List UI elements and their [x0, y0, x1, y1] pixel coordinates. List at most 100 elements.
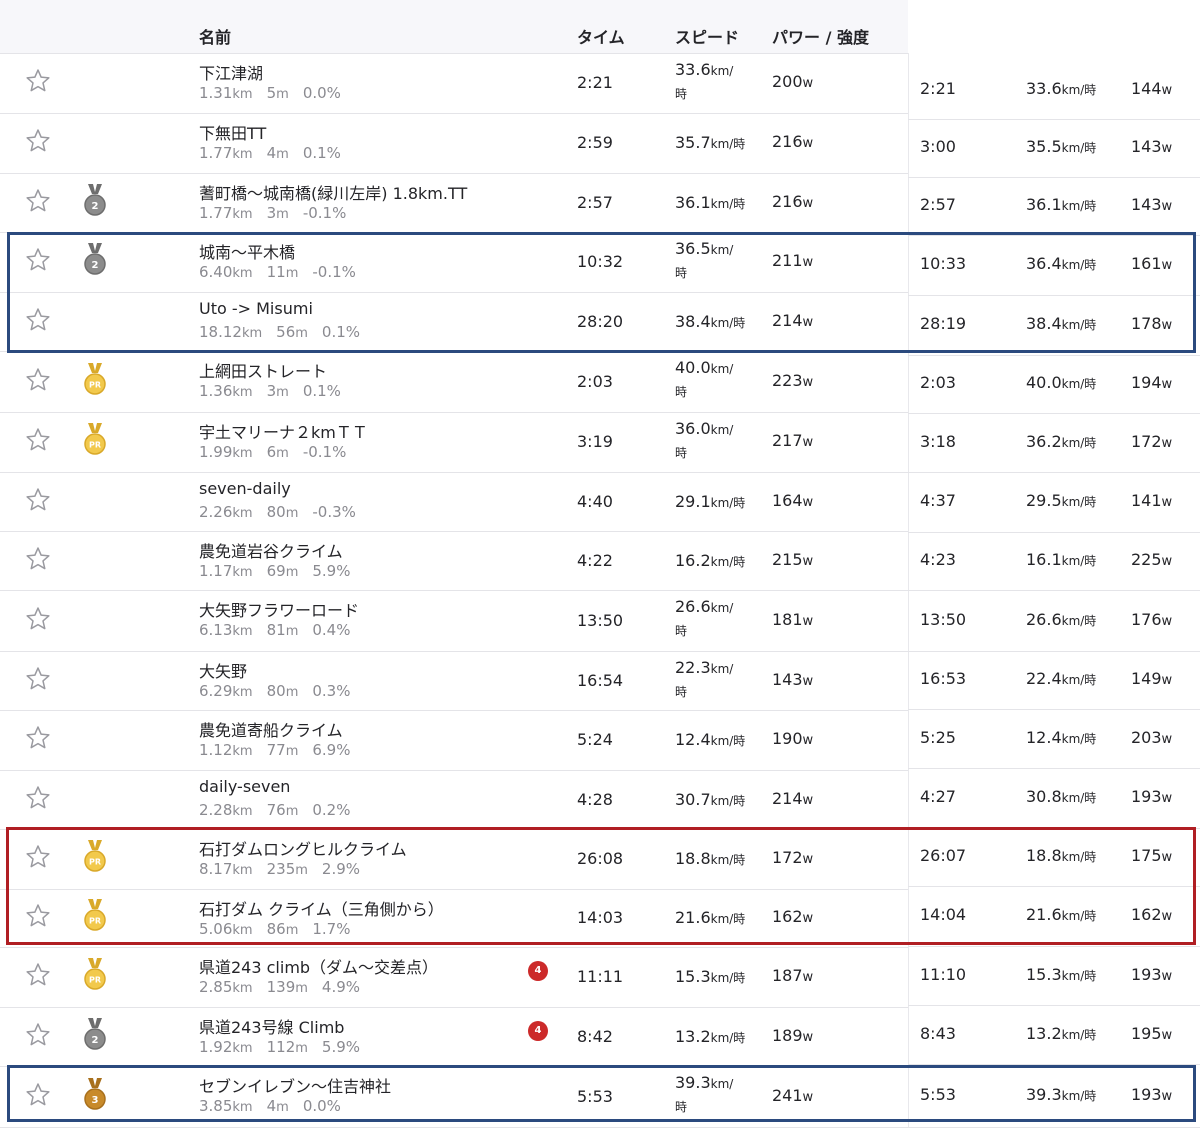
star-icon[interactable]: [24, 665, 52, 693]
speed-unit: km/時: [710, 196, 746, 211]
segment-stats: 1.17km 69m 5.9%: [199, 562, 350, 580]
segment-name[interactable]: 農免道岩谷クライム: [199, 538, 343, 562]
row-divider: [908, 590, 1200, 591]
compare-power-value: 194: [1131, 373, 1162, 392]
speed-unit: km/時: [1061, 199, 1097, 213]
star-icon[interactable]: [24, 67, 52, 95]
distance-unit: km: [232, 446, 253, 461]
header-time[interactable]: タイム: [577, 24, 625, 48]
compare-time: 4:37: [920, 491, 956, 510]
segment-name[interactable]: 県道243 climb（ダム～交差点）: [199, 954, 438, 978]
segment-stats: 6.29km 80m 0.3%: [199, 682, 350, 700]
segment-grade: 0.4%: [312, 621, 351, 639]
row-divider: [908, 119, 1200, 120]
segment-stats: 1.36km 3m 0.1%: [199, 382, 341, 400]
speed-value: 26.6: [675, 597, 711, 616]
segment-name[interactable]: 県道243号線 Climb: [199, 1014, 344, 1038]
speed-unit: km/: [710, 423, 734, 437]
speed-unit: km/時: [710, 495, 746, 510]
distance-unit: km: [232, 207, 253, 222]
compare-speed: 40.0km/時: [1026, 373, 1096, 392]
pr-medal-icon: PR: [83, 422, 107, 456]
star-icon[interactable]: [24, 127, 52, 155]
segment-speed: 22.3km/時: [675, 657, 733, 703]
segment-name[interactable]: 下無田TT: [199, 120, 266, 144]
star-icon[interactable]: [24, 1021, 52, 1049]
segment-name[interactable]: 上網田ストレート: [199, 358, 327, 382]
segment-name[interactable]: seven-daily: [199, 479, 291, 498]
segment-power: 190w: [772, 729, 813, 748]
star-icon[interactable]: [24, 724, 52, 752]
segment-power: 181w: [772, 610, 813, 629]
pr-medal-icon: PR: [83, 362, 107, 396]
compare-power-value: 143: [1131, 137, 1162, 156]
compare-power-value: 144: [1131, 78, 1162, 98]
compare-speed: 22.4km/時: [1026, 669, 1096, 688]
segment-name[interactable]: 下江津湖: [199, 60, 263, 84]
pr-medal-icon: PR: [83, 957, 107, 991]
segment-time: 11:11: [577, 967, 624, 986]
compare-power-value: 193: [1131, 787, 1162, 806]
segment-stats: 1.77km 4m 0.1%: [199, 144, 341, 162]
speed-unit: km/: [710, 662, 734, 676]
power-unit: w: [802, 195, 814, 211]
row-divider: [0, 531, 908, 532]
star-icon[interactable]: [24, 545, 52, 573]
distance-unit: km: [232, 506, 253, 521]
power-unit: w: [802, 494, 814, 510]
segment-name[interactable]: 大矢野: [199, 658, 247, 682]
segment-time: 4:22: [577, 550, 613, 570]
power-unit: w: [802, 970, 814, 985]
segment-grade: 0.3%: [312, 682, 351, 700]
segment-name[interactable]: 宇土マリーナ２kmＴＴ: [199, 419, 368, 443]
power-unit: w: [1161, 968, 1173, 984]
star-icon[interactable]: [24, 486, 52, 514]
segment-stats: 2.85km 139m 4.9%: [199, 978, 360, 996]
segment-speed: 16.2km/時: [675, 550, 745, 573]
compare-speed-value: 36.1: [1026, 195, 1062, 214]
star-icon[interactable]: [24, 605, 52, 633]
svg-text:PR: PR: [89, 380, 101, 389]
distance-unit: km: [232, 981, 253, 996]
segment-time: 13:50: [577, 610, 624, 630]
segment-name[interactable]: 蓍町橋～城南橋(緑川左岸) 1.8km.TT: [199, 180, 467, 204]
speed-unit: 時: [675, 87, 688, 101]
segment-distance: 1.99: [199, 443, 233, 461]
header-speed[interactable]: スピード: [675, 24, 739, 48]
power-value: 214: [772, 788, 803, 808]
highlight-box-blue: [7, 1065, 1196, 1122]
compare-speed: 26.6km/時: [1026, 610, 1096, 629]
header-power[interactable]: パワー / 強度: [772, 24, 869, 48]
leaderboard-rank-badge: 4: [528, 961, 548, 981]
segment-time: 2:21: [577, 73, 613, 92]
star-icon[interactable]: [24, 366, 52, 394]
compare-speed: 36.2km/時: [1026, 432, 1096, 451]
row-divider: [0, 710, 908, 711]
star-icon[interactable]: [24, 426, 52, 454]
speed-unit: km/時: [710, 554, 746, 569]
header-name[interactable]: 名前: [199, 24, 231, 48]
row-divider: [0, 590, 908, 591]
segment-name[interactable]: daily-seven: [199, 777, 290, 796]
elevation-unit: m: [276, 385, 289, 400]
compare-speed-value: 29.5: [1026, 491, 1062, 510]
segment-power: 143w: [772, 670, 813, 689]
star-icon[interactable]: [24, 961, 52, 989]
segment-power: 215w: [772, 550, 813, 569]
power-unit: w: [1161, 377, 1173, 392]
svg-text:2: 2: [92, 1035, 99, 1046]
star-icon[interactable]: [24, 784, 52, 812]
power-unit: w: [1161, 673, 1173, 688]
segment-distance: 1.77: [199, 204, 233, 222]
segment-name[interactable]: 大矢野フラワーロード: [199, 597, 359, 621]
compare-power: 203w: [1131, 728, 1172, 747]
compare-power-value: 176: [1131, 609, 1162, 629]
star-icon[interactable]: [24, 187, 52, 215]
segment-distance: 2.28: [199, 801, 233, 819]
power-unit: w: [1161, 495, 1173, 510]
speed-unit: km/時: [1061, 435, 1097, 450]
speed-unit: km/時: [1061, 731, 1097, 746]
power-value: 200: [772, 72, 803, 91]
power-unit: w: [1161, 435, 1173, 451]
segment-name[interactable]: 農免道寄船クライム: [199, 717, 343, 741]
